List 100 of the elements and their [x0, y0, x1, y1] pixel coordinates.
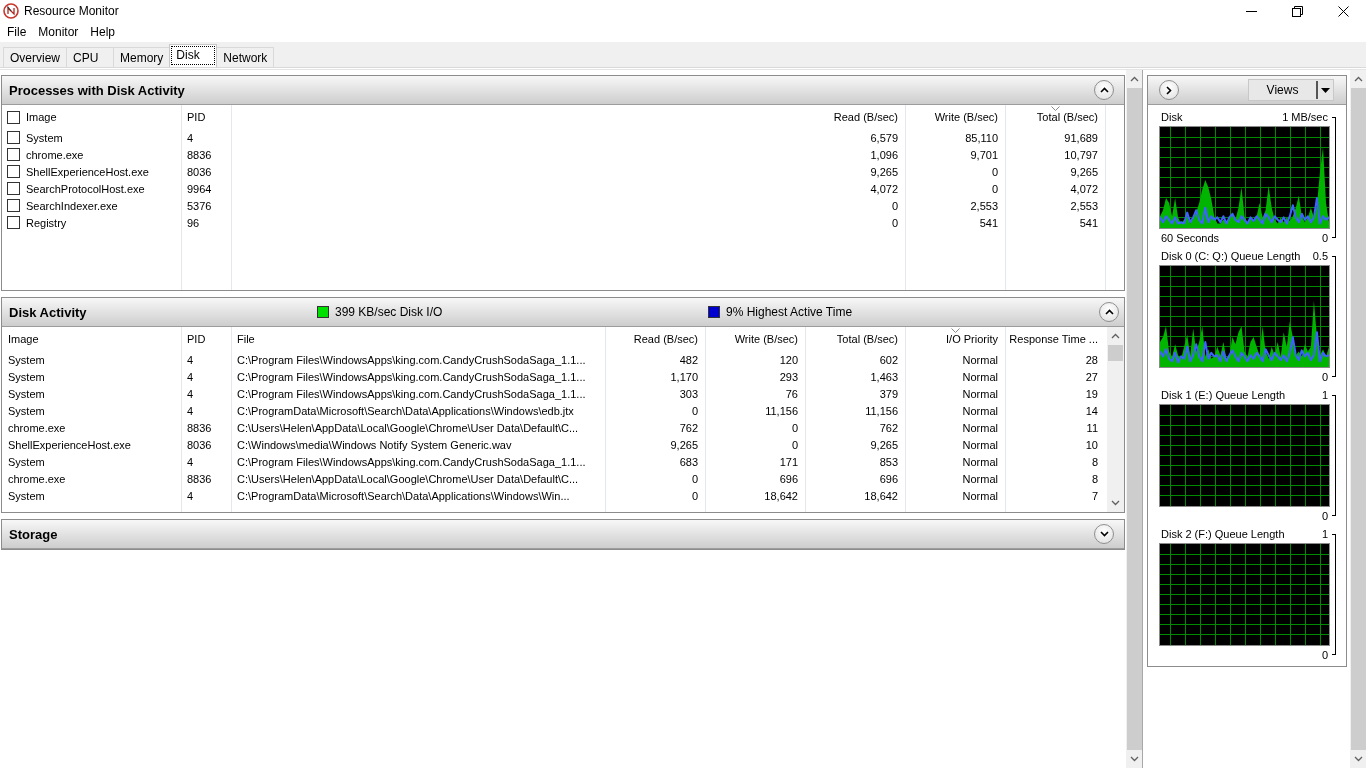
minimize-icon[interactable] — [1245, 10, 1257, 12]
table-cell-text: 11 — [1085, 420, 1099, 436]
table-cell-text: 4 — [186, 369, 195, 385]
table-cell: SearchIndexer.exe — [26, 199, 118, 212]
close-icon[interactable] — [1337, 5, 1349, 17]
column-header[interactable]: Image — [2, 105, 181, 129]
checkbox[interactable] — [7, 216, 20, 229]
table-cell-text: 0 — [790, 420, 799, 436]
table-cell-text: 120 — [778, 352, 799, 368]
table-cell-text: 5376 — [186, 198, 213, 214]
checkbox[interactable] — [7, 199, 20, 212]
chevron-down-icon[interactable] — [1129, 756, 1139, 762]
table-cell-text: 0 — [890, 215, 899, 231]
column-header[interactable]: File — [231, 327, 605, 351]
column-header[interactable]: Read (B/sec) — [231, 105, 905, 129]
table-cell-text: 1,096 — [869, 147, 899, 163]
scale-max-label: 0.5 — [1312, 250, 1328, 262]
chevron-right-icon — [1166, 85, 1172, 95]
column-header[interactable]: I/O Priority — [905, 327, 1005, 351]
table-cell-text: 8836 — [186, 420, 213, 436]
scale-min-label: 0 — [1321, 371, 1328, 383]
table-cell-text: 11,156 — [864, 403, 899, 419]
table-cell-text: 18,642 — [863, 488, 899, 504]
checkbox[interactable] — [7, 131, 20, 144]
table-cell-text: 0 — [690, 403, 699, 419]
checkbox[interactable] — [7, 165, 20, 178]
panel-header[interactable]: Disk Activity 399 KB/sec Disk I/O 9% Highest Active Time — [2, 298, 1124, 327]
table-cell-text: 171 — [778, 454, 799, 470]
column-header[interactable]: PID — [181, 327, 231, 351]
table-cell-text: 9,265 — [1069, 164, 1099, 180]
table-cell: SearchProtocolHost.exe — [26, 182, 145, 195]
scrollbar[interactable] — [1107, 327, 1124, 512]
table-cell-text: 9,701 — [969, 147, 999, 163]
table-cell-text: Normal — [961, 454, 999, 470]
table-cell-text: 76 — [784, 386, 799, 402]
tab[interactable]: Disk — [169, 44, 218, 67]
table-cell-text: 14 — [1084, 403, 1099, 419]
table-cell-text: 96 — [186, 215, 201, 231]
table-cell-text: System — [7, 488, 46, 504]
line-series — [1159, 331, 1330, 364]
table-cell-text: 27 — [1084, 369, 1099, 385]
table-cell-text: 4 — [186, 454, 195, 470]
chevron-down-icon[interactable] — [1353, 756, 1363, 762]
stat-text: 9% Highest Active Time — [726, 305, 853, 319]
table-cell-text: 379 — [878, 386, 899, 402]
table-cell-text: 0 — [890, 198, 899, 214]
checkbox[interactable] — [7, 110, 20, 124]
chevron-up-icon[interactable] — [1111, 333, 1120, 339]
checkbox[interactable] — [7, 182, 20, 195]
checkbox[interactable] — [7, 148, 20, 161]
chevron-up-icon[interactable] — [1353, 76, 1363, 82]
table-cell-text: 293 — [778, 369, 799, 385]
chevron-up-icon — [1104, 309, 1114, 315]
table-cell-text: 762 — [878, 420, 899, 436]
column-header[interactable]: Write (B/sec) — [705, 327, 805, 351]
table-cell-text: Normal — [961, 437, 999, 453]
column-header[interactable]: Write (B/sec) — [905, 105, 1005, 129]
column-header[interactable]: Image — [2, 327, 181, 351]
chevron-down-icon[interactable] — [1111, 500, 1120, 506]
table-cell-text: 482 — [678, 352, 699, 368]
column-header[interactable]: Response Time ... — [1005, 327, 1105, 351]
menu-item[interactable]: Monitor — [32, 23, 85, 41]
table-cell-text: 4 — [186, 130, 195, 146]
table-cell-text: 2,553 — [969, 198, 999, 214]
scrollbar-thumb[interactable] — [1108, 345, 1123, 361]
table-cell-text: 0 — [690, 488, 699, 504]
column-header[interactable]: Total (B/sec) — [1005, 105, 1105, 129]
table-cell-text: System — [7, 403, 46, 419]
collapse-button[interactable] — [1099, 302, 1119, 322]
collapse-button[interactable] — [1094, 80, 1114, 100]
graph-title: Disk — [1161, 111, 1183, 123]
table-cell-text: 0 — [790, 437, 799, 453]
table-cell-text: C:\ProgramData\Microsoft\Search\Data\Applications\Windows\edb.jtx — [236, 403, 575, 419]
table-cell-text: Normal — [961, 352, 999, 368]
table-cell: ShellExperienceHost.exe — [26, 165, 149, 178]
menu-item[interactable]: File — [1, 23, 33, 41]
table-cell-text: 0 — [990, 164, 999, 180]
expand-button[interactable] — [1094, 524, 1114, 544]
expand-pane-button[interactable] — [1159, 80, 1179, 100]
table-cell-text: 2,553 — [1069, 198, 1099, 214]
table-cell-text: 4 — [186, 403, 195, 419]
column-header[interactable]: Total (B/sec) — [805, 327, 905, 351]
table-cell-text: 8036 — [186, 437, 213, 453]
panel-header[interactable]: Processes with Disk Activity — [2, 76, 1124, 105]
scale-min-label: 0 — [1321, 510, 1328, 522]
table-cell-text: 762 — [678, 420, 699, 436]
column-header[interactable]: Read (B/sec) — [605, 327, 705, 351]
chevron-up-icon[interactable] — [1129, 76, 1139, 82]
table-cell-text: 7 — [1090, 488, 1099, 504]
tab[interactable]: Overview — [3, 47, 67, 67]
tab[interactable]: Network — [216, 47, 275, 67]
tab[interactable]: Memory — [113, 47, 171, 67]
panel-header[interactable]: Storage — [2, 520, 1124, 549]
menu-item[interactable]: Help — [84, 23, 122, 41]
column-header[interactable]: PID — [181, 105, 231, 129]
table-cell: chrome.exe — [26, 148, 84, 161]
sort-caret-icon — [951, 328, 960, 333]
table-cell-text: 0 — [990, 181, 999, 197]
restore-icon[interactable] — [1291, 5, 1303, 17]
views-button[interactable]: Views — [1248, 79, 1334, 101]
